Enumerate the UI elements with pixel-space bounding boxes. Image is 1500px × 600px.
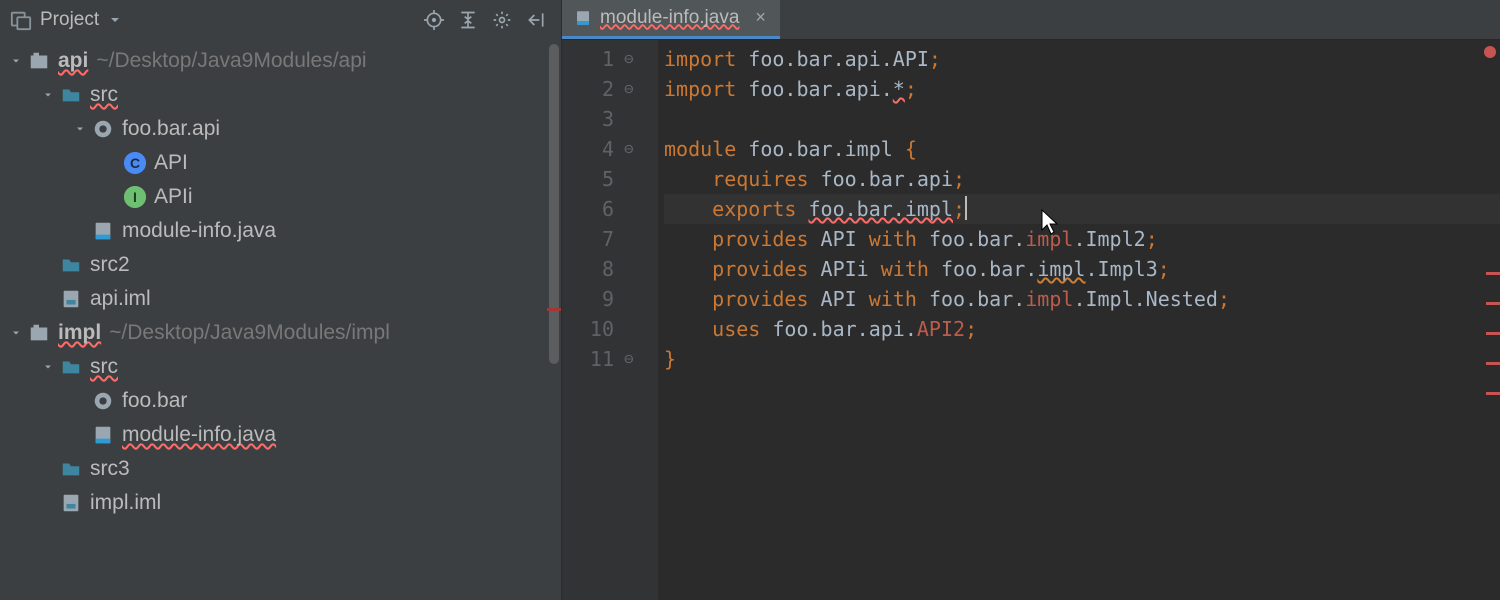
expand-icon[interactable] xyxy=(8,55,24,67)
code-line-4[interactable]: module foo.bar.impl { xyxy=(664,134,1500,164)
tree-item-api-iml[interactable]: api.iml xyxy=(0,282,561,316)
tree-item-label: src xyxy=(90,83,118,107)
iml-icon xyxy=(60,492,82,514)
package-icon xyxy=(92,118,114,140)
collapse-all-button[interactable] xyxy=(451,3,485,37)
tree-item-hint: ~/Desktop/Java9Modules/impl xyxy=(109,321,390,345)
error-stripe[interactable] xyxy=(1486,332,1500,335)
fold-icons[interactable]: ⊖⊖⊖⊖ xyxy=(620,44,658,600)
tree-item-module-info-java[interactable]: module-info.java xyxy=(0,418,561,452)
close-tab-button[interactable]: × xyxy=(755,7,766,28)
code-line-1[interactable]: import foo.bar.api.API; xyxy=(664,44,1500,74)
package-icon xyxy=(92,390,114,412)
tree-item-src2[interactable]: src2 xyxy=(0,248,561,282)
tree-item-label: src3 xyxy=(90,457,130,481)
code-line-8[interactable]: provides APIi with foo.bar.impl.Impl3; xyxy=(664,254,1500,284)
code-line-2[interactable]: import foo.bar.api.*; xyxy=(664,74,1500,104)
scrollbar-thumb[interactable] xyxy=(549,44,559,364)
tree-scrollbar[interactable] xyxy=(547,40,561,600)
java-icon xyxy=(92,424,114,446)
editor-tabbar: module-info.java × xyxy=(562,0,1500,40)
code-line-10[interactable]: uses foo.bar.api.API2; xyxy=(664,314,1500,344)
code-content[interactable]: import foo.bar.api.API;import foo.bar.ap… xyxy=(658,40,1500,600)
module-icon xyxy=(28,322,50,344)
editor-scrollbar[interactable] xyxy=(1482,40,1500,600)
tree-item-src3[interactable]: src3 xyxy=(0,452,561,486)
tree-item-apii[interactable]: I APIi xyxy=(0,180,561,214)
editor-tab-active[interactable]: module-info.java × xyxy=(562,0,780,39)
project-tree[interactable]: api~/Desktop/Java9Modules/apisrcfoo.bar.… xyxy=(0,40,561,600)
folder-src-icon xyxy=(60,356,82,378)
expand-icon[interactable] xyxy=(8,327,24,339)
class-c-icon: C xyxy=(124,152,146,174)
error-stripe[interactable] xyxy=(1486,302,1500,305)
expand-icon[interactable] xyxy=(40,89,56,101)
error-stripe xyxy=(547,308,561,311)
tree-item-label: api xyxy=(58,49,88,73)
dropdown-icon[interactable] xyxy=(107,12,123,28)
tree-item-foo-bar[interactable]: foo.bar xyxy=(0,384,561,418)
tree-item-label: src2 xyxy=(90,253,130,277)
tree-item-label: APIi xyxy=(154,185,193,209)
error-stripe[interactable] xyxy=(1486,272,1500,275)
tree-item-label: impl xyxy=(58,321,101,345)
code-line-6[interactable]: exports foo.bar.impl; xyxy=(664,194,1500,224)
module-icon xyxy=(28,50,50,72)
tree-item-api[interactable]: api ~/Desktop/Java9Modules/api xyxy=(0,44,561,78)
code-line-3[interactable] xyxy=(664,104,1500,134)
java-icon xyxy=(92,220,114,242)
class-i-icon: I xyxy=(124,186,146,208)
tree-item-label: API xyxy=(154,151,188,175)
tab-filename: module-info.java xyxy=(600,7,739,29)
folder-src-icon xyxy=(60,458,82,480)
expand-icon[interactable] xyxy=(40,361,56,373)
error-stripe[interactable] xyxy=(1486,362,1500,365)
expand-icon[interactable] xyxy=(72,123,88,135)
tree-item-impl[interactable]: impl ~/Desktop/Java9Modules/impl xyxy=(0,316,561,350)
tree-item-label: foo.bar.api xyxy=(122,117,220,141)
tree-item-label: foo.bar xyxy=(122,389,187,413)
code-area[interactable]: 1234567891011 ⊖⊖⊖⊖ import foo.bar.api.AP… xyxy=(562,40,1500,600)
tree-item-label: api.iml xyxy=(90,287,151,311)
java-file-icon xyxy=(574,9,592,27)
tree-item-label: src xyxy=(90,355,118,379)
locate-button[interactable] xyxy=(417,3,451,37)
error-indicator-icon[interactable] xyxy=(1484,46,1496,58)
code-line-5[interactable]: requires foo.bar.api; xyxy=(664,164,1500,194)
project-tool-window: Project api ~/Desktop/Java9Modules/api src… xyxy=(0,0,562,600)
hide-button[interactable] xyxy=(519,3,553,37)
tree-item-api[interactable]: C API xyxy=(0,146,561,180)
tool-window-title[interactable]: Project xyxy=(40,9,99,31)
code-line-7[interactable]: provides API with foo.bar.impl.Impl2; xyxy=(664,224,1500,254)
tool-window-header: Project xyxy=(0,0,561,40)
code-line-11[interactable]: } xyxy=(664,344,1500,374)
folder-src-icon xyxy=(60,254,82,276)
folder-src-icon xyxy=(60,84,82,106)
settings-button[interactable] xyxy=(485,3,519,37)
tree-item-label: module-info.java xyxy=(122,219,276,243)
tree-item-impl-iml[interactable]: impl.iml xyxy=(0,486,561,520)
error-stripe[interactable] xyxy=(1486,392,1500,395)
tree-item-foo-bar-api[interactable]: foo.bar.api xyxy=(0,112,561,146)
tree-item-module-info-java[interactable]: module-info.java xyxy=(0,214,561,248)
project-icon xyxy=(10,9,32,31)
tree-item-label: module-info.java xyxy=(122,423,276,447)
iml-icon xyxy=(60,288,82,310)
tree-item-src[interactable]: src xyxy=(0,78,561,112)
tree-item-hint: ~/Desktop/Java9Modules/api xyxy=(96,49,366,73)
code-line-9[interactable]: provides API with foo.bar.impl.Impl.Nest… xyxy=(664,284,1500,314)
tree-item-src[interactable]: src xyxy=(0,350,561,384)
tree-item-label: impl.iml xyxy=(90,491,161,515)
editor-gutter: 1234567891011 ⊖⊖⊖⊖ xyxy=(562,40,658,600)
editor: module-info.java × 1234567891011 ⊖⊖⊖⊖ im… xyxy=(562,0,1500,600)
line-numbers: 1234567891011 xyxy=(562,44,620,600)
